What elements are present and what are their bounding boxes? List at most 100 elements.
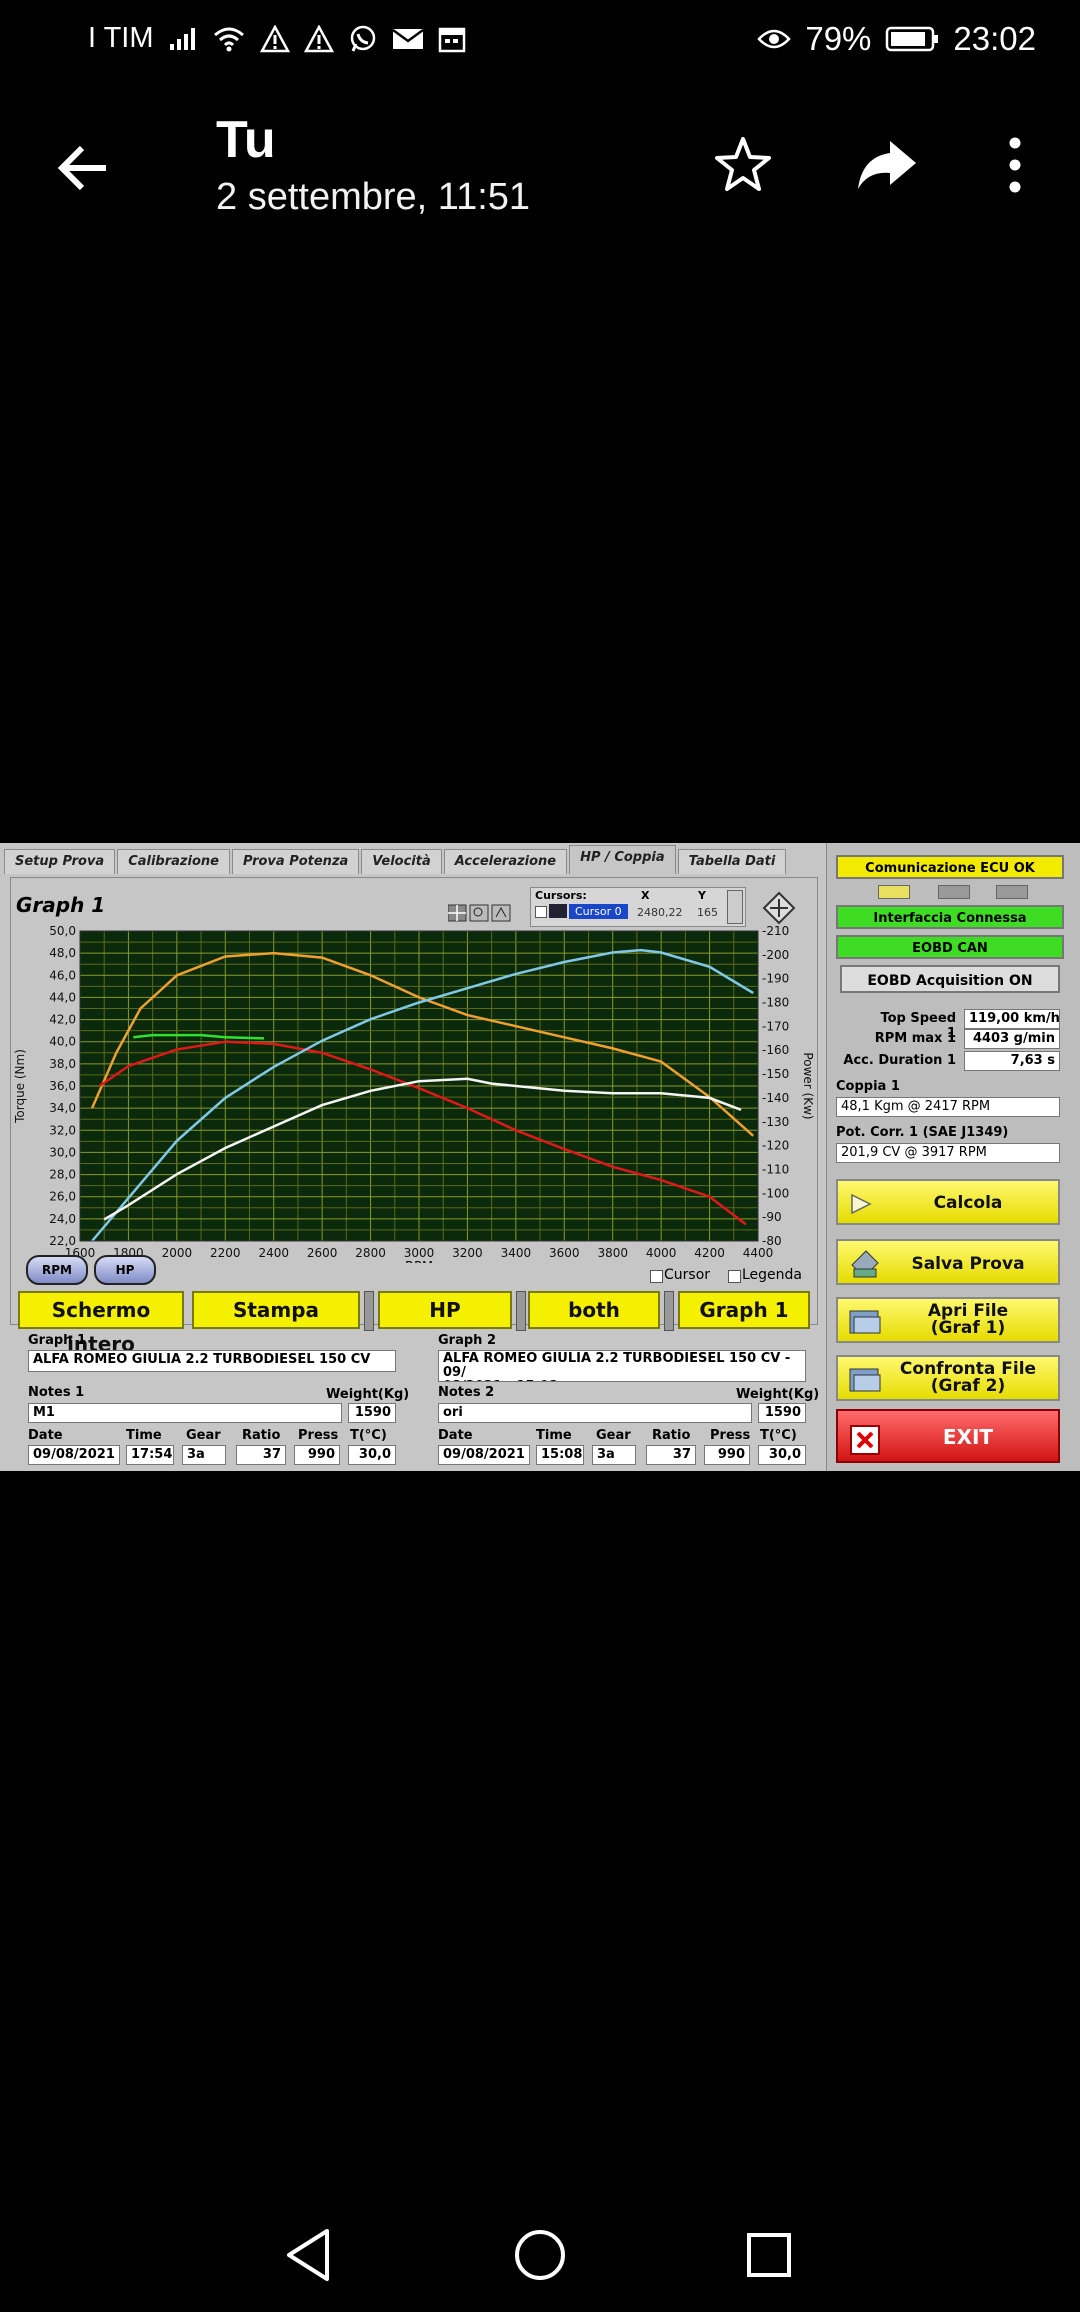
calendar-icon — [438, 25, 466, 53]
ratio2-header: Ratio — [652, 1428, 691, 1443]
warning-icon — [259, 24, 290, 53]
whatsapp-icon — [348, 24, 378, 54]
press2-field[interactable]: 990 — [704, 1445, 750, 1465]
graph-selector[interactable]: Graph 1 — [678, 1291, 810, 1329]
y-tick-label: 22,0 — [49, 1234, 76, 1248]
cursor-checkbox-bottom[interactable] — [650, 1270, 663, 1283]
graph-selector-arrows[interactable] — [664, 1291, 674, 1331]
y2-tick-label: -160 — [762, 1043, 789, 1057]
temp1-field[interactable]: 30,0 — [348, 1445, 396, 1465]
salva-prova-button[interactable]: Salva Prova — [836, 1239, 1060, 1285]
status-bar: I TIM 79% 23:02 — [0, 0, 1080, 80]
y2-axis-label: Power (Kw) — [801, 1052, 815, 1119]
y-tick-label: 40,0 — [49, 1035, 76, 1049]
ratio2-field[interactable]: 37 — [646, 1445, 696, 1465]
x-tick-label: 2800 — [355, 1246, 386, 1260]
folder-open-icon — [849, 1310, 881, 1334]
exit-button[interactable]: EXIT — [836, 1409, 1060, 1463]
status-left: I TIM — [88, 22, 466, 55]
ratio1-header: Ratio — [242, 1428, 281, 1443]
gear1-header: Gear — [186, 1428, 221, 1443]
nav-home-button[interactable] — [505, 2220, 575, 2290]
more-options-button[interactable] — [980, 130, 1050, 200]
y-tick-label: 50,0 — [49, 924, 76, 938]
y2-tick-label: -170 — [762, 1019, 789, 1033]
x-tick-label: 2400 — [258, 1246, 289, 1260]
date1-header: Date — [28, 1428, 63, 1443]
y2-tick-label: -210 — [762, 924, 789, 938]
share-button[interactable] — [852, 130, 922, 200]
weight1-label: Weight(Kg) — [326, 1387, 410, 1402]
x-tick-label: 4400 — [743, 1246, 774, 1260]
gear1-field[interactable]: 3a — [182, 1445, 226, 1465]
calcola-label: Calcola — [933, 1193, 1003, 1213]
page-title: Tu — [216, 111, 276, 169]
play-icon — [851, 1193, 872, 1215]
temp2-field[interactable]: 30,0 — [758, 1445, 806, 1465]
share-arrow-icon — [858, 141, 916, 189]
x-tick-label: 2200 — [210, 1246, 241, 1260]
apri-file-button[interactable]: Apri File (Graf 1) — [836, 1297, 1060, 1343]
weight1-field[interactable]: 1590 — [348, 1403, 396, 1423]
cursor-checkbox-label: Cursor — [664, 1267, 711, 1283]
ratio1-field[interactable]: 37 — [236, 1445, 286, 1465]
time2-field[interactable]: 15:08 — [536, 1445, 584, 1465]
date2-field[interactable]: 09/08/2021 — [438, 1445, 530, 1465]
y2-tick-label: -180 — [762, 996, 789, 1010]
y2-tick-label: -190 — [762, 972, 789, 986]
close-x-icon — [850, 1425, 880, 1455]
date1-field[interactable]: 09/08/2021 — [28, 1445, 120, 1465]
gear2-header: Gear — [596, 1428, 631, 1443]
calcola-button[interactable]: Calcola — [836, 1179, 1060, 1225]
legend-checkbox[interactable] — [728, 1270, 741, 1283]
both-selector-arrows[interactable] — [516, 1291, 526, 1331]
notes2-field[interactable]: ori — [438, 1403, 752, 1423]
x-tick-label: 2600 — [307, 1246, 338, 1260]
nav-recents-button[interactable] — [734, 2220, 804, 2290]
circle-home-icon — [515, 2230, 565, 2280]
graph1-name-field[interactable]: ALFA ROMEO GIULIA 2.2 TURBODIESEL 150 CV — [28, 1350, 396, 1372]
hp-selector-arrows[interactable] — [364, 1291, 374, 1331]
confronta-file-sub: (Graf 2) — [930, 1376, 1006, 1396]
wifi-icon — [212, 25, 246, 53]
app-toolbar: Tu 2 settembre, 11:51 — [0, 100, 1080, 230]
x-tick-label: 2000 — [162, 1246, 193, 1260]
hp-scale-button[interactable]: HP — [94, 1255, 156, 1285]
confronta-file-button[interactable]: Confronta File (Graf 2) — [836, 1355, 1060, 1401]
top-speed-value: 119,00 km/h — [964, 1009, 1060, 1029]
favorite-button[interactable] — [708, 130, 778, 200]
press1-field[interactable]: 990 — [294, 1445, 340, 1465]
nav-back-button[interactable] — [274, 2220, 344, 2290]
fullscreen-button[interactable]: Schermo intero — [18, 1291, 184, 1356]
status-led-2 — [938, 885, 970, 899]
print-button[interactable]: Stampa — [192, 1291, 360, 1329]
rpm-scale-button[interactable]: RPM — [26, 1255, 88, 1285]
weight2-field[interactable]: 1590 — [758, 1403, 806, 1423]
legend-checkbox-label: Legenda — [742, 1267, 803, 1283]
y-tick-label: 38,0 — [49, 1057, 76, 1071]
y-tick-label: 46,0 — [49, 968, 76, 982]
y-tick-label: 26,0 — [49, 1190, 76, 1204]
back-button[interactable] — [52, 136, 116, 200]
gear2-field[interactable]: 3a — [592, 1445, 636, 1465]
y2-tick-label: -100 — [762, 1186, 789, 1200]
time1-field[interactable]: 17:54 — [126, 1445, 174, 1465]
x-axis-label: RPM — [405, 1260, 433, 1263]
page-subtitle: 2 settembre, 11:51 — [216, 176, 531, 218]
y-tick-label: 24,0 — [49, 1212, 76, 1226]
x-tick-label: 3400 — [501, 1246, 532, 1260]
both-selector[interactable]: both — [528, 1291, 660, 1329]
y-tick-label: 34,0 — [49, 1101, 76, 1115]
square-recents-icon — [747, 2233, 791, 2277]
y-tick-label: 32,0 — [49, 1123, 76, 1137]
rpm-max-value: 4403 g/min — [964, 1029, 1060, 1049]
star-icon — [715, 137, 771, 191]
graph2-name-field[interactable]: ALFA ROMEO GIULIA 2.2 TURBODIESEL 150 CV… — [438, 1350, 806, 1382]
x-tick-label: 3200 — [452, 1246, 483, 1260]
hp-selector[interactable]: HP — [378, 1291, 512, 1329]
notes1-field[interactable]: M1 — [28, 1403, 342, 1423]
graph2-label: Graph 2 — [438, 1333, 496, 1348]
pot-corr-label: Pot. Corr. 1 (SAE J1349) — [836, 1125, 1009, 1140]
dyno-screenshot: Setup Prova Calibrazione Prova Potenza V… — [0, 843, 1080, 1471]
coppia-value: 48,1 Kgm @ 2417 RPM — [836, 1097, 1060, 1117]
